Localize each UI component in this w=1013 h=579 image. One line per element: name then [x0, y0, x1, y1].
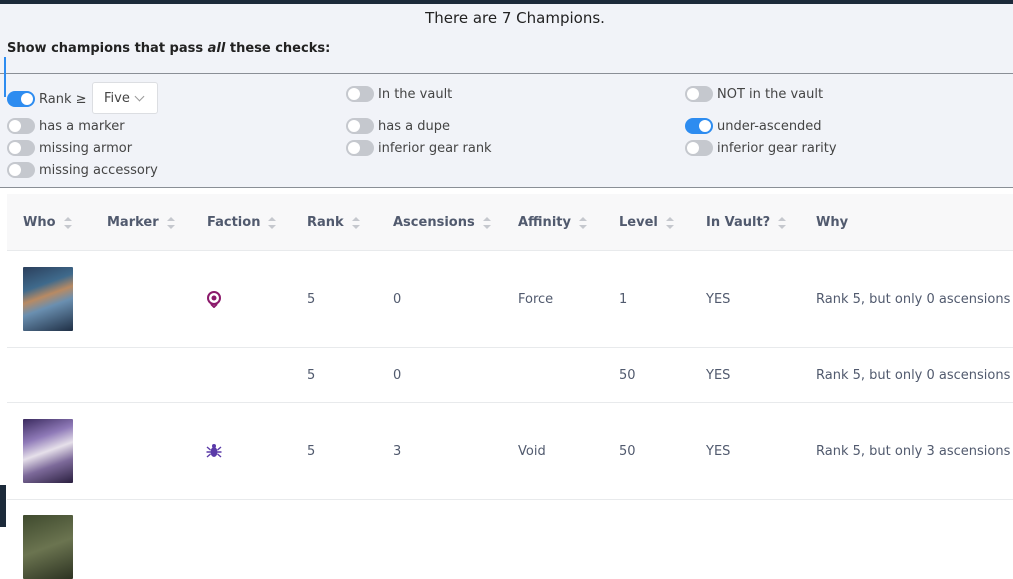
faction-skull-sigil-icon — [207, 291, 221, 308]
column-faction[interactable]: Faction — [207, 194, 277, 251]
filter-inferior-gear-rank[interactable]: inferior gear rank — [346, 139, 492, 157]
faction-spider-icon — [206, 444, 222, 458]
rank-select[interactable]: Five — [92, 82, 158, 114]
sort-icon[interactable] — [578, 216, 587, 229]
in-vault-toggle[interactable] — [346, 86, 374, 102]
filter-rank[interactable]: Rank ≥ — [7, 90, 87, 108]
not-in-vault-toggle[interactable] — [685, 86, 713, 102]
filter-not-in-vault-label: NOT in the vault — [717, 86, 824, 102]
ascensions-cell: 0 — [393, 291, 402, 307]
column-level[interactable]: Level — [619, 194, 674, 251]
who-cell — [23, 251, 73, 347]
inferior-gear-rarity-toggle[interactable] — [685, 140, 713, 156]
faction-cell — [205, 403, 223, 499]
chevron-down-icon — [134, 91, 145, 101]
sort-icon[interactable] — [268, 216, 277, 229]
filter-missing-accessory-label: missing accessory — [39, 162, 158, 178]
champions-table: Who Marker Faction Rank Ascensions Affin… — [7, 194, 1013, 579]
inferior-gear-rank-toggle[interactable] — [346, 140, 374, 156]
filter-has-marker-label: has a marker — [39, 118, 125, 134]
level-cell: 50 — [619, 367, 636, 383]
has-dupe-toggle[interactable] — [346, 118, 374, 134]
why-cell: Rank 5, but only 0 ascensions — [816, 367, 1011, 383]
column-rank[interactable]: Rank — [307, 194, 360, 251]
filter-inferior-gear-rarity[interactable]: inferior gear rarity — [685, 139, 837, 157]
column-affinity[interactable]: Affinity — [518, 194, 587, 251]
rank-cell: 5 — [307, 291, 316, 307]
filter-divider-top — [0, 73, 1013, 74]
level-cell: 50 — [619, 443, 636, 459]
filter-missing-armor[interactable]: missing armor — [7, 139, 132, 157]
sort-icon[interactable] — [351, 216, 360, 229]
column-marker[interactable]: Marker — [107, 194, 175, 251]
rank-cell: 5 — [307, 443, 316, 459]
in-vault-cell: YES — [706, 367, 731, 383]
table-header: Who Marker Faction Rank Ascensions Affin… — [7, 194, 1013, 251]
rank-cell: 5 — [307, 367, 316, 383]
table-row — [7, 500, 1013, 579]
table-row: 5 0 50 YES Rank 5, but only 0 ascensions — [7, 348, 1013, 403]
filter-has-dupe-label: has a dupe — [378, 118, 450, 134]
filter-in-vault-label: In the vault — [378, 86, 453, 102]
left-bar — [0, 485, 6, 527]
has-marker-toggle[interactable] — [7, 118, 35, 134]
rank-toggle[interactable] — [7, 91, 35, 107]
filter-inferior-gear-rarity-label: inferior gear rarity — [717, 140, 837, 156]
level-cell: 1 — [619, 291, 628, 307]
table-row: 5 3 Void 50 YES Rank 5, but only 3 ascen… — [7, 403, 1013, 500]
who-cell — [23, 403, 73, 499]
champion-portrait[interactable] — [23, 515, 73, 579]
sort-icon[interactable] — [665, 216, 674, 229]
filter-not-in-vault[interactable]: NOT in the vault — [685, 85, 823, 103]
filter-inferior-gear-rank-label: inferior gear rank — [378, 140, 492, 156]
sort-icon[interactable] — [778, 216, 787, 229]
filter-has-marker[interactable]: has a marker — [7, 117, 125, 135]
column-who[interactable]: Who — [23, 194, 72, 251]
filter-missing-accessory[interactable]: missing accessory — [7, 161, 158, 179]
missing-accessory-toggle[interactable] — [7, 162, 35, 178]
column-ascensions[interactable]: Ascensions — [393, 194, 491, 251]
page-title: There are 7 Champions. — [425, 9, 605, 27]
faction-cell — [205, 251, 223, 347]
affinity-cell: Force — [518, 291, 554, 307]
filter-has-dupe[interactable]: has a dupe — [346, 117, 450, 135]
filter-under-ascended[interactable]: under-ascended — [685, 117, 822, 135]
under-ascended-toggle[interactable] — [685, 118, 713, 134]
focus-indicator — [4, 57, 6, 97]
champion-portrait[interactable] — [23, 267, 73, 331]
why-cell: Rank 5, but only 3 ascensions — [816, 443, 1011, 459]
ascensions-cell: 0 — [393, 367, 402, 383]
rank-select-value: Five — [104, 90, 130, 106]
filter-missing-armor-label: missing armor — [39, 140, 133, 156]
filter-divider-bottom — [0, 187, 1013, 188]
filter-under-ascended-label: under-ascended — [717, 118, 822, 134]
in-vault-cell: YES — [706, 443, 731, 459]
missing-armor-toggle[interactable] — [7, 140, 35, 156]
champion-portrait[interactable] — [23, 419, 73, 483]
sort-icon[interactable] — [166, 216, 175, 229]
checks-heading: Show champions that pass all these check… — [7, 41, 331, 56]
why-cell: Rank 5, but only 0 ascensions — [816, 291, 1011, 307]
column-in-vault[interactable]: In Vault? — [706, 194, 787, 251]
filter-in-vault[interactable]: In the vault — [346, 85, 452, 103]
sort-icon[interactable] — [482, 216, 491, 229]
affinity-cell: Void — [518, 443, 546, 459]
column-why: Why — [816, 215, 849, 230]
table-row: 5 0 Force 1 YES Rank 5, but only 0 ascen… — [7, 251, 1013, 348]
in-vault-cell: YES — [706, 291, 731, 307]
who-cell — [23, 500, 73, 579]
filter-rank-label: Rank ≥ — [39, 91, 87, 107]
ascensions-cell: 3 — [393, 443, 402, 459]
sort-icon[interactable] — [63, 216, 72, 229]
